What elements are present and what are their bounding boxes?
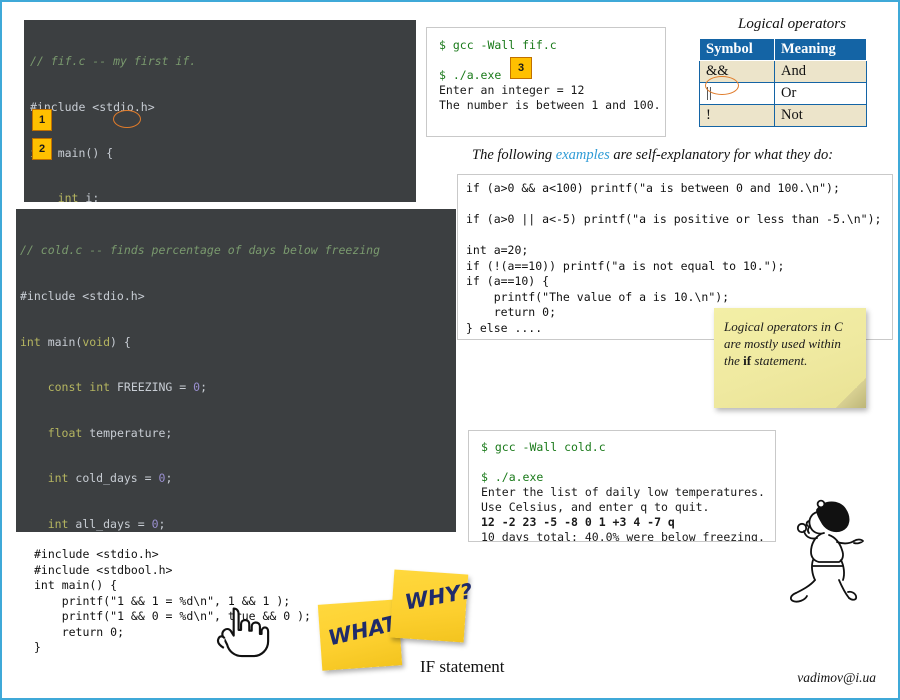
code-line: // cold.c -- finds percentage of days be… — [20, 243, 381, 258]
code-line: #include <stdio.h> — [34, 547, 159, 561]
callout-badge-1: 1 — [32, 109, 52, 131]
terminal-line: Use Celsius, and enter q to quit. — [481, 500, 710, 514]
table-header-row: Symbol Meaning — [699, 38, 867, 61]
code-line: #include <stdbool.h> — [34, 562, 173, 577]
note-line-1: Logical operators in C — [724, 319, 843, 334]
terminal-line: Enter the list of daily low temperatures… — [481, 485, 765, 499]
examples-lead-text: The following examples are self-explanat… — [472, 147, 892, 164]
code-line: return 0; — [34, 624, 125, 639]
running-person-sketch — [789, 499, 864, 603]
code-line: // fif.c -- my first if. — [30, 54, 197, 69]
lead-prefix: The following — [472, 147, 556, 163]
code-line: int cold_days = 0; — [47, 471, 173, 486]
footer-if-statement-label: IF statement — [420, 657, 505, 676]
code-line: float temperature; — [47, 425, 173, 440]
terminal-line: 10 days total: 40.0% were below freezing… — [481, 530, 765, 542]
code-block-cold-c: // cold.c -- finds percentage of days be… — [16, 209, 456, 532]
postit-why-text: WHY? — [403, 578, 475, 615]
table-row: ! Not — [699, 104, 867, 127]
code-line: int all_days = 0; — [47, 517, 166, 532]
note-line3-pre: the — [724, 353, 744, 368]
logical-operators-title: Logical operators — [738, 16, 846, 32]
callout-badge-3: 3 — [510, 57, 532, 79]
code-block-fif-c: // fif.c -- my first if. #include <stdio… — [24, 20, 416, 202]
example-line: if (a==10) { — [466, 274, 550, 288]
sticky-note-logical-operators: Logical operators in C are mostly used w… — [714, 308, 866, 408]
terminal-output-fif: $ gcc -Wall fif.c $ ./a.exe Enter an int… — [426, 27, 666, 137]
pointing-hand-icon — [216, 607, 270, 658]
cell-symbol: ! — [699, 104, 775, 127]
example-line: if (a>0 && a<100) printf("a is between 0… — [466, 181, 840, 195]
terminal-line: $ gcc -Wall fif.c — [439, 38, 557, 52]
note-line3-post: statement. — [751, 353, 808, 368]
note-line-2: are mostly used within — [724, 336, 841, 351]
terminal-line: $ ./a.exe — [439, 68, 502, 82]
column-header-meaning: Meaning — [774, 38, 867, 61]
example-line: } else .... — [466, 320, 543, 335]
example-line-blank — [466, 228, 473, 242]
example-line: if (a>0 || a<-5) printf("a is positive o… — [466, 212, 882, 226]
author-signature: vadimov@i.ua — [797, 670, 876, 685]
code-line: const int FREEZING = 0; — [47, 380, 208, 395]
cell-meaning: Or — [774, 82, 867, 105]
cell-meaning: And — [774, 60, 867, 83]
note-line-3: the if statement. — [724, 352, 856, 369]
postit-note-why: WHY? — [389, 569, 474, 643]
terminal-line: $ gcc -Wall cold.c — [481, 440, 606, 454]
example-line: int a=20; — [466, 243, 529, 257]
code-line: } — [34, 640, 41, 654]
ellipse-highlight-table-and — [705, 76, 739, 95]
terminal-input-line: 12 -2 23 -5 -8 0 1 +3 4 -7 q — [481, 515, 675, 529]
slide-canvas: // fif.c -- my first if. #include <stdio… — [0, 0, 900, 700]
callout-badge-2: 2 — [32, 138, 52, 160]
example-line: printf("The value of a is 10.\n"); — [466, 289, 730, 304]
note-corner-curl — [836, 378, 866, 408]
terminal-line: Enter an integer = 12 — [439, 83, 585, 97]
example-line: if (!(a==10)) printf("a is not equal to … — [466, 258, 785, 273]
code-line: int main() { — [34, 578, 118, 592]
code-line: int main() { — [30, 145, 114, 160]
code-line: #include <stdio.h> — [30, 100, 155, 115]
column-header-symbol: Symbol — [699, 38, 775, 61]
code-line: #include <stdio.h> — [20, 289, 145, 304]
terminal-line: $ ./a.exe — [481, 470, 544, 484]
ellipse-highlight-and-operator — [113, 110, 141, 128]
terminal-line: The number is between 1 and 100. — [439, 98, 661, 112]
example-line-blank — [466, 197, 473, 211]
code-line: int main(void) { — [20, 334, 131, 349]
example-line: return 0; — [466, 305, 557, 319]
lead-suffix: are self-explanatory for what they do: — [609, 147, 834, 163]
lead-highlight: examples — [555, 147, 610, 163]
cell-meaning: Not — [774, 104, 867, 127]
note-line3-bold: if — [743, 353, 752, 368]
terminal-output-cold: $ gcc -Wall cold.c $ ./a.exe Enter the l… — [468, 430, 776, 542]
code-line: int i; — [57, 191, 100, 202]
